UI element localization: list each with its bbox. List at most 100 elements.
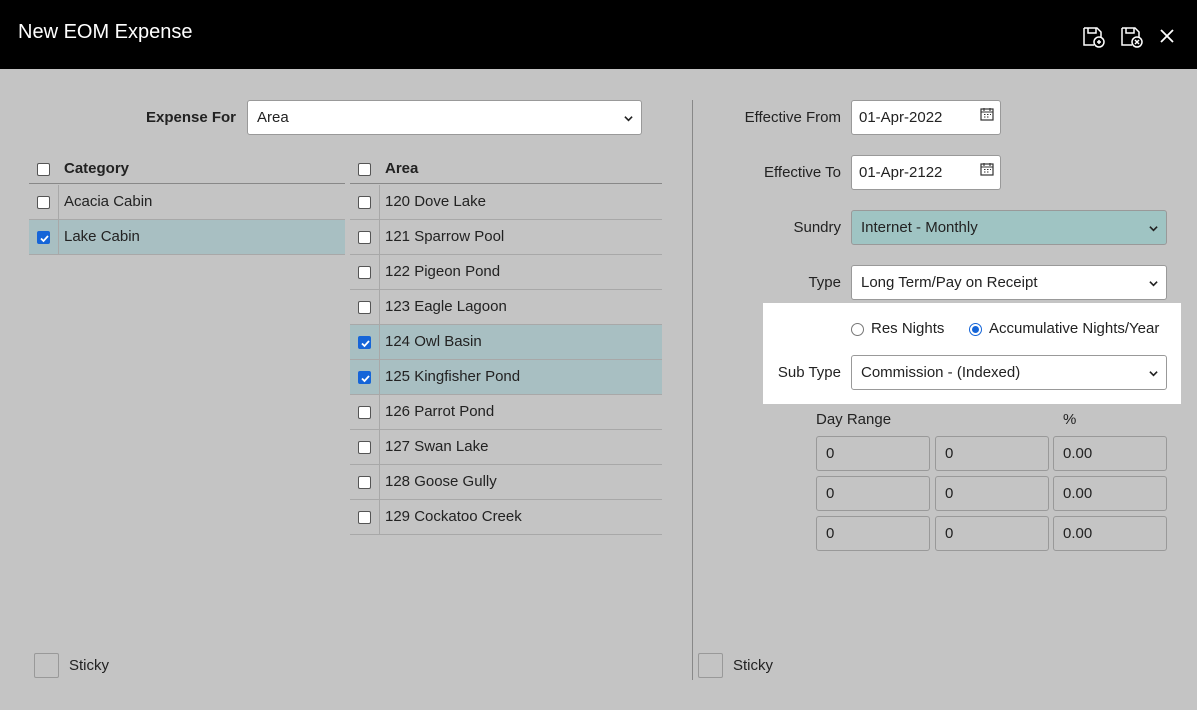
- area-label: 127 Swan Lake: [385, 438, 489, 455]
- type-value: Long Term/Pay on Receipt: [861, 274, 1038, 291]
- column-separator: [379, 465, 380, 499]
- area-checkbox[interactable]: [358, 406, 371, 419]
- chevron-down-icon: [1149, 371, 1158, 377]
- area-row[interactable]: 127 Swan Lake: [350, 430, 662, 465]
- sundry-select[interactable]: Internet - Monthly: [851, 210, 1167, 245]
- area-label: 122 Pigeon Pond: [385, 263, 501, 280]
- chevron-down-icon: [1149, 226, 1158, 232]
- sticky-right-checkbox[interactable]: [698, 653, 723, 678]
- panel-divider: [692, 100, 693, 680]
- area-checkbox[interactable]: [358, 231, 371, 244]
- column-separator: [58, 185, 59, 219]
- expense-for-value: Area: [257, 109, 289, 126]
- day-range-to-field[interactable]: 0: [935, 476, 1049, 511]
- area-checkbox[interactable]: [358, 476, 371, 489]
- category-label: Acacia Cabin: [64, 193, 153, 210]
- chevron-down-icon: [1149, 281, 1158, 287]
- sundry-value: Internet - Monthly: [861, 219, 978, 236]
- checkmark-icon: [361, 340, 370, 348]
- percent-field[interactable]: 0.00: [1053, 476, 1167, 511]
- effective-to-label: Effective To: [764, 164, 841, 181]
- area-label: 124 Owl Basin: [385, 333, 482, 350]
- expense-for-label: Expense For: [145, 109, 236, 126]
- area-label: 120 Dove Lake: [385, 193, 486, 210]
- area-checkbox[interactable]: [358, 441, 371, 454]
- area-label: 128 Goose Gully: [385, 473, 497, 490]
- category-checkbox[interactable]: [37, 196, 50, 209]
- column-separator: [379, 395, 380, 429]
- sub-type-value: Commission - (Indexed): [861, 364, 1021, 381]
- chevron-down-icon: [624, 116, 633, 122]
- sticky-left-checkbox[interactable]: [34, 653, 59, 678]
- area-checkbox[interactable]: [358, 196, 371, 209]
- column-separator: [379, 360, 380, 394]
- column-separator: [379, 500, 380, 534]
- area-checkbox[interactable]: [358, 511, 371, 524]
- area-checkbox[interactable]: [358, 371, 371, 384]
- column-separator: [379, 290, 380, 324]
- close-icon[interactable]: [1157, 26, 1177, 46]
- effective-from-label: Effective From: [744, 109, 841, 126]
- area-row[interactable]: 126 Parrot Pond: [350, 395, 662, 430]
- area-row[interactable]: 128 Goose Gully: [350, 465, 662, 500]
- day-range-from-field[interactable]: 0: [816, 436, 930, 471]
- type-label: Type: [808, 274, 841, 291]
- area-checkbox[interactable]: [358, 301, 371, 314]
- day-range-from-field[interactable]: 0: [816, 516, 930, 551]
- area-row[interactable]: 122 Pigeon Pond: [350, 255, 662, 290]
- effective-from-field[interactable]: 01-Apr-2022: [851, 100, 1001, 135]
- percent-label: %: [1063, 411, 1077, 428]
- save-close-icon[interactable]: [1119, 24, 1145, 50]
- column-separator: [379, 220, 380, 254]
- area-checkbox[interactable]: [358, 336, 371, 349]
- percent-field[interactable]: 0.00: [1053, 516, 1167, 551]
- column-separator: [379, 430, 380, 464]
- percent-field[interactable]: 0.00: [1053, 436, 1167, 471]
- column-separator: [379, 325, 380, 359]
- area-label: 125 Kingfisher Pond: [385, 368, 521, 385]
- sub-type-label: Sub Type: [777, 364, 841, 381]
- column-separator: [58, 220, 59, 254]
- category-checkbox[interactable]: [37, 231, 50, 244]
- area-label: 123 Eagle Lagoon: [385, 298, 507, 315]
- area-header-label: Area: [385, 160, 419, 177]
- sticky-right-label: Sticky: [733, 657, 774, 674]
- accumulative-nights-radio[interactable]: [969, 323, 982, 336]
- area-row[interactable]: 125 Kingfisher Pond: [350, 360, 662, 395]
- effective-from-value: 01-Apr-2022: [859, 109, 943, 126]
- checkmark-icon: [40, 235, 49, 243]
- day-range-from-field[interactable]: 0: [816, 476, 930, 511]
- category-label: Lake Cabin: [64, 228, 140, 245]
- checkmark-icon: [361, 375, 370, 383]
- sub-type-select[interactable]: Commission - (Indexed): [851, 355, 1167, 390]
- calendar-icon[interactable]: [980, 162, 994, 176]
- area-row[interactable]: 121 Sparrow Pool: [350, 220, 662, 255]
- area-row[interactable]: 120 Dove Lake: [350, 185, 662, 220]
- area-label: 121 Sparrow Pool: [385, 228, 505, 245]
- category-select-all-checkbox[interactable]: [37, 163, 50, 176]
- accumulative-nights-label[interactable]: Accumulative Nights/Year: [989, 320, 1159, 337]
- effective-to-value: 01-Apr-2122: [859, 164, 943, 181]
- sticky-left-label: Sticky: [69, 657, 110, 674]
- category-row[interactable]: Lake Cabin: [29, 220, 345, 255]
- area-row[interactable]: 124 Owl Basin: [350, 325, 662, 360]
- res-nights-label[interactable]: Res Nights: [871, 320, 944, 337]
- category-row[interactable]: Acacia Cabin: [29, 185, 345, 220]
- window-title: New EOM Expense: [18, 21, 193, 43]
- area-row[interactable]: 129 Cockatoo Creek: [350, 500, 662, 535]
- calendar-icon[interactable]: [980, 107, 994, 121]
- save-icon[interactable]: [1081, 24, 1107, 50]
- expense-for-select[interactable]: Area: [247, 100, 642, 135]
- effective-to-field[interactable]: 01-Apr-2122: [851, 155, 1001, 190]
- area-row[interactable]: 123 Eagle Lagoon: [350, 290, 662, 325]
- res-nights-radio[interactable]: [851, 323, 864, 336]
- area-checkbox[interactable]: [358, 266, 371, 279]
- area-select-all-checkbox[interactable]: [358, 163, 371, 176]
- category-header: Category: [29, 158, 345, 184]
- type-select[interactable]: Long Term/Pay on Receipt: [851, 265, 1167, 300]
- column-separator: [379, 255, 380, 289]
- area-label: 129 Cockatoo Creek: [385, 508, 522, 525]
- day-range-to-field[interactable]: 0: [935, 516, 1049, 551]
- column-separator: [379, 185, 380, 219]
- day-range-to-field[interactable]: 0: [935, 436, 1049, 471]
